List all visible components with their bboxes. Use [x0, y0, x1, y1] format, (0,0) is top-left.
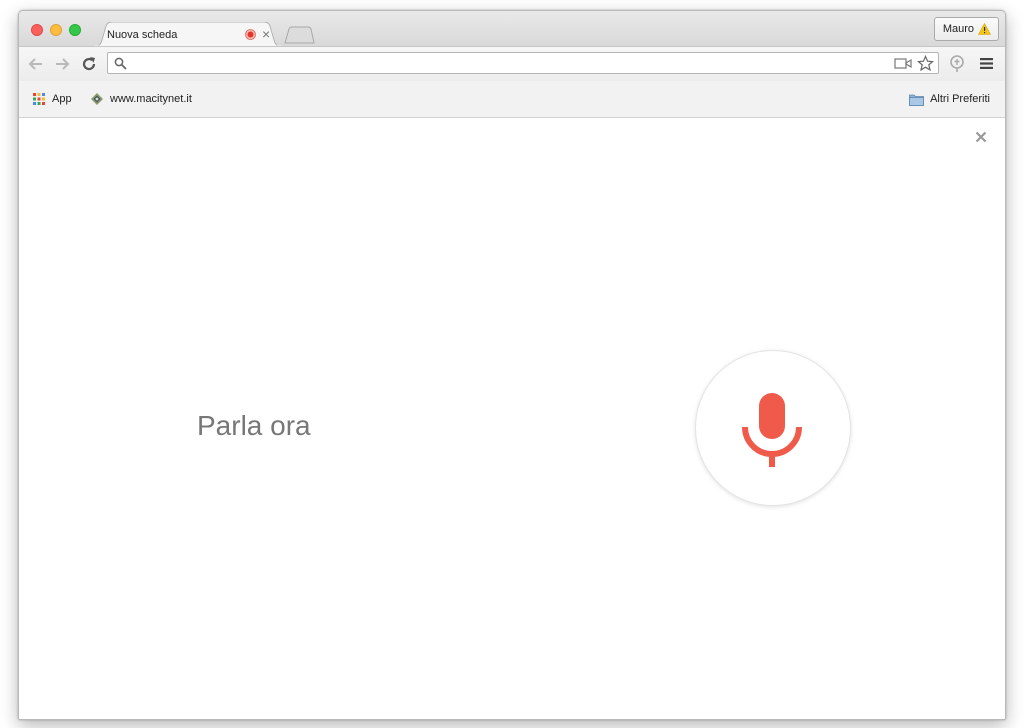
new-tab-button[interactable]	[283, 26, 315, 44]
tab-title: Nuova scheda	[107, 29, 178, 41]
hamburger-menu-icon[interactable]	[980, 57, 993, 70]
apps-grid-icon	[33, 93, 45, 105]
bookmark-apps-label: App	[52, 93, 72, 105]
tab-close-button[interactable]: ×	[262, 26, 270, 42]
bookmark-macitynet[interactable]: www.macitynet.it	[90, 91, 192, 107]
folder-icon	[909, 94, 924, 106]
arrow-right-icon[interactable]	[53, 55, 71, 73]
bookmarks-bar: App www.macitynet.it Altri Preferiti	[19, 81, 1005, 118]
window-close-button[interactable]	[31, 24, 43, 36]
tab-strip: Nuova scheda × Mauro	[19, 11, 1005, 47]
bookmark-other-folder[interactable]: Altri Preferiti	[909, 91, 990, 107]
extension-icon[interactable]	[949, 55, 965, 73]
camera-icon[interactable]	[894, 57, 912, 70]
voice-search-overlay: Parla ora	[19, 118, 1005, 719]
toolbar	[19, 46, 1005, 81]
address-input[interactable]	[132, 55, 892, 71]
voice-prompt-text: Parla ora	[197, 410, 311, 441]
window-minimize-button[interactable]	[50, 24, 62, 36]
window-zoom-button[interactable]	[69, 24, 81, 36]
microphone-button[interactable]	[695, 350, 851, 506]
search-icon	[114, 57, 127, 70]
reload-icon[interactable]	[80, 55, 98, 73]
microphone-icon	[742, 393, 802, 467]
bookmark-other-label: Altri Preferiti	[930, 93, 990, 105]
warning-icon	[978, 23, 991, 35]
site-favicon-icon	[91, 93, 103, 105]
profile-name: Mauro	[942, 23, 974, 35]
desktop: Nuova scheda × Mauro App www.macitynet.i…	[0, 0, 1024, 728]
bookmark-macitynet-label: www.macitynet.it	[110, 93, 192, 105]
profile-button[interactable]: Mauro	[933, 17, 999, 41]
tab-new-tab[interactable]: Nuova scheda ×	[93, 22, 283, 47]
bookmark-apps[interactable]: App	[32, 91, 72, 107]
address-bar[interactable]	[107, 52, 939, 74]
star-icon[interactable]	[917, 55, 934, 72]
close-icon[interactable]	[975, 131, 987, 143]
arrow-left-icon[interactable]	[27, 55, 45, 73]
browser-window: Nuova scheda × Mauro App www.macitynet.i…	[18, 10, 1006, 720]
recording-icon	[245, 29, 256, 40]
